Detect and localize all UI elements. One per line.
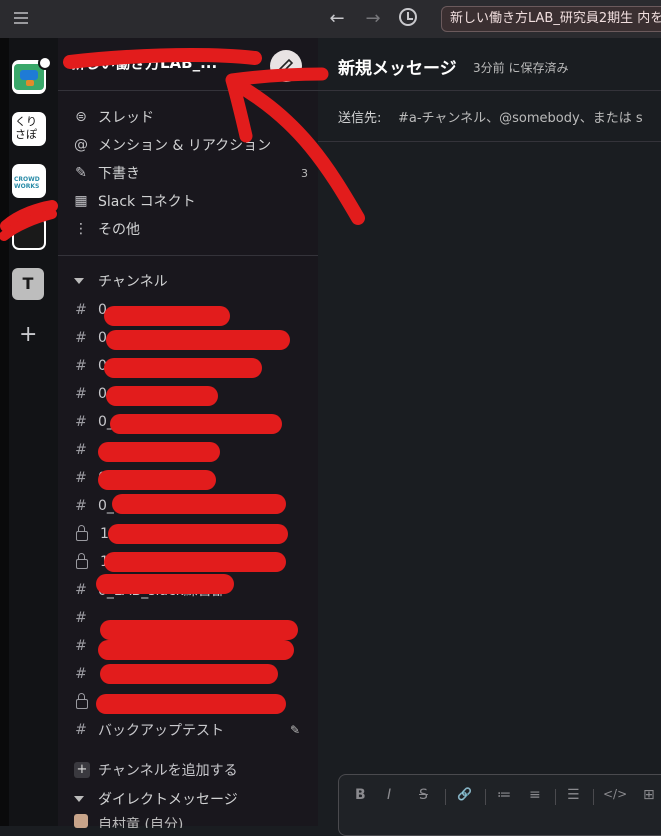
ordered-list-icon[interactable]: ≔ — [497, 787, 511, 803]
hash-icon: # — [75, 582, 87, 598]
plus-icon: + — [74, 762, 90, 778]
bulleted-list-icon[interactable]: ≡ — [529, 787, 541, 803]
nav-drafts[interactable]: ✎ 下書き 3 — [72, 160, 308, 186]
dm-section-header[interactable]: ダイレクトメッセージ — [72, 789, 238, 809]
italic-icon[interactable]: I — [387, 787, 391, 803]
toolbar-divider — [593, 789, 594, 805]
draft-icon: ✎ — [75, 165, 87, 181]
saved-status: 3分前 に保存済み — [473, 61, 569, 75]
history-icon[interactable] — [399, 8, 417, 26]
nav-mentions-label: メンション & リアクション — [98, 138, 272, 154]
lock-icon — [76, 693, 88, 709]
redaction-stroke — [100, 620, 298, 640]
hash-icon: # — [75, 610, 87, 626]
nav-more[interactable]: ⋮ その他 — [72, 216, 308, 242]
recipient-row: 送信先: #a-チャンネル、@somebody、または s — [318, 91, 661, 142]
link-icon[interactable]: 🔗 — [457, 787, 472, 801]
hash-icon: # — [75, 302, 87, 318]
top-bar: ← → 新しい働き方LAB_研究員2期生 内を検索 — [0, 0, 661, 39]
workspace-icon-current[interactable] — [12, 216, 46, 250]
lock-icon — [76, 553, 88, 569]
to-label: 送信先: — [338, 111, 382, 126]
toolbar-divider — [445, 789, 446, 805]
workspace-kurisapo-label: くりさぽ — [15, 115, 37, 141]
workspace-crowdworks-label: CROWD WORKS — [14, 176, 40, 190]
nav-slack-connect-label: Slack コネクト — [98, 194, 196, 210]
section-divider — [58, 255, 318, 256]
channels-section-header[interactable]: チャンネル — [72, 271, 168, 291]
workspace-icon-crowdworks[interactable]: CROWD WORKS — [12, 164, 46, 198]
workspace-icon-t[interactable]: T — [12, 268, 44, 300]
redaction-stroke — [104, 552, 286, 572]
nav-drafts-label: 下書き — [98, 166, 140, 182]
redaction-stroke — [112, 494, 286, 514]
add-workspace-icon[interactable]: + — [19, 322, 37, 347]
mention-icon: @ — [74, 137, 88, 153]
strikethrough-icon[interactable]: S — [419, 787, 428, 803]
redaction-stroke — [96, 694, 286, 714]
bold-icon[interactable]: B — [355, 787, 366, 803]
redaction-stroke — [98, 470, 216, 490]
workspace-name[interactable]: 新しい働き方LAB_... — [70, 52, 217, 73]
nav-more-label: その他 — [98, 222, 140, 238]
slack-connect-icon: ▦ — [74, 193, 88, 209]
redaction-stroke — [110, 414, 282, 434]
dm-header-label: ダイレクトメッセージ — [98, 792, 238, 808]
channel-name: バックアップテスト — [98, 723, 224, 739]
more-icon: ⋮ — [74, 221, 88, 237]
edit-icon[interactable]: ✎ — [290, 723, 300, 737]
hash-icon: # — [75, 414, 87, 430]
drafts-count: 3 — [301, 166, 308, 180]
message-composer[interactable]: B I S 🔗 ≔ ≡ ☰ </> ⊞ — [338, 774, 661, 836]
workspace-icon-kurisapo[interactable]: くりさぽ — [12, 112, 46, 146]
compose-button[interactable] — [270, 50, 302, 82]
channel-item[interactable]: # バックアップテスト ✎ — [74, 717, 300, 743]
blockquote-icon[interactable]: ☰ — [567, 787, 580, 803]
forward-arrow-icon[interactable]: → — [362, 8, 384, 30]
rail-edge — [0, 38, 9, 826]
caret-down-icon — [74, 796, 84, 802]
redaction-stroke — [104, 358, 262, 378]
hash-icon: # — [75, 470, 87, 486]
hash-icon: # — [75, 498, 87, 514]
redaction-stroke — [106, 386, 218, 406]
redaction-stroke — [96, 574, 234, 594]
main-pane: 新規メッセージ 3分前 に保存済み 送信先: #a-チャンネル、@somebod… — [318, 38, 661, 836]
recipient-input[interactable]: #a-チャンネル、@somebody、または s — [398, 107, 643, 126]
caret-down-icon — [74, 278, 84, 284]
nav-threads-label: スレッド — [98, 110, 154, 126]
code-icon[interactable]: </> — [603, 787, 627, 801]
redaction-stroke — [98, 442, 220, 462]
redaction-stroke — [106, 330, 290, 350]
toolbar-divider — [555, 789, 556, 805]
redaction-stroke — [104, 306, 230, 326]
toolbar-divider — [485, 789, 486, 805]
hash-icon: # — [75, 722, 87, 738]
hash-icon: # — [75, 358, 87, 374]
compose-icon — [279, 58, 294, 73]
redaction-stroke — [98, 640, 294, 660]
workspace-header[interactable]: 新しい働き方LAB_... — [58, 38, 318, 91]
redaction-stroke — [108, 524, 288, 544]
hash-icon: # — [75, 666, 87, 682]
hash-icon: # — [75, 386, 87, 402]
hash-icon: # — [75, 442, 87, 458]
add-channel-button[interactable]: + チャンネルを追加する — [74, 757, 300, 783]
search-bar[interactable]: 新しい働き方LAB_研究員2期生 内を検索 — [441, 6, 661, 32]
notification-dot — [38, 56, 52, 70]
lock-icon — [76, 525, 88, 541]
hash-icon: # — [75, 330, 87, 346]
nav-threads[interactable]: ⊜ スレッド — [72, 104, 308, 130]
code-block-icon[interactable]: ⊞ — [643, 787, 655, 803]
menu-icon[interactable] — [14, 12, 28, 24]
nav-slack-connect[interactable]: ▦ Slack コネクト — [72, 188, 308, 214]
hash-icon: # — [75, 638, 87, 654]
nav-mentions[interactable]: @ メンション & リアクション — [72, 132, 308, 158]
redaction-stroke — [100, 664, 278, 684]
page-title: 新規メッセージ — [338, 59, 457, 79]
add-channel-label: チャンネルを追加する — [98, 763, 238, 779]
thread-icon: ⊜ — [75, 109, 87, 125]
channels-header-label: チャンネル — [98, 274, 168, 290]
back-arrow-icon[interactable]: ← — [326, 8, 348, 30]
